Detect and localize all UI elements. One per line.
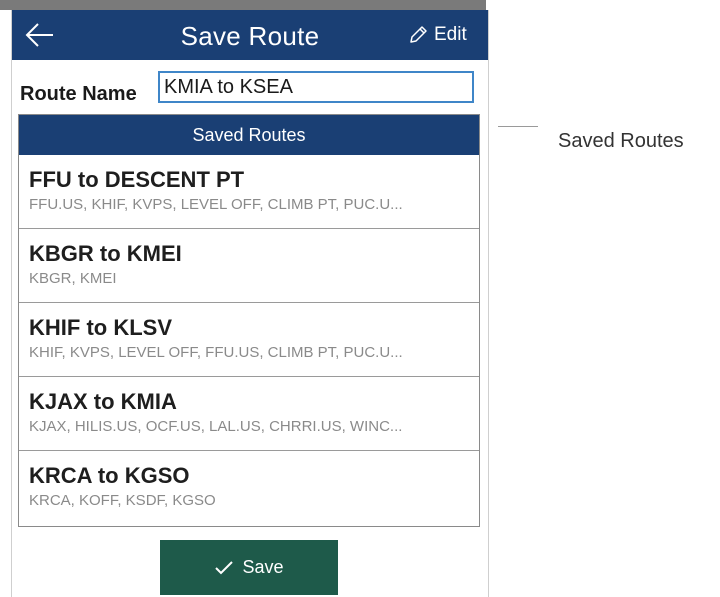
route-waypoints: KRCA, KOFF, KSDF, KGSO (29, 492, 216, 509)
saved-routes-list: Saved Routes FFU to DESCENT PT FFU.US, K… (18, 114, 480, 527)
route-name-label: Route Name (20, 83, 137, 105)
route-title: KBGR to KMEI (29, 241, 182, 266)
list-item[interactable]: KHIF to KLSV KHIF, KVPS, LEVEL OFF, FFU.… (19, 303, 479, 377)
list-item[interactable]: KBGR to KMEI KBGR, KMEI (19, 229, 479, 303)
list-item[interactable]: FFU to DESCENT PT FFU.US, KHIF, KVPS, LE… (19, 155, 479, 229)
save-label: Save (242, 557, 284, 577)
route-title: FFU to DESCENT PT (29, 167, 245, 192)
route-title: KJAX to KMIA (29, 389, 177, 414)
title-bar: Save Route Edit (12, 10, 488, 60)
checkmark-icon (215, 560, 234, 574)
callout-label: Saved Routes (558, 130, 684, 152)
route-waypoints: KBGR, KMEI (29, 270, 117, 287)
arrow-left-icon (25, 23, 53, 47)
pencil-icon (410, 26, 427, 43)
back-button[interactable] (24, 20, 56, 50)
route-name-input[interactable] (158, 71, 474, 103)
route-waypoints: FFU.US, KHIF, KVPS, LEVEL OFF, CLIMB PT,… (29, 196, 403, 213)
callout-line (498, 126, 538, 127)
top-strip (0, 0, 486, 10)
route-title: KHIF to KLSV (29, 315, 172, 340)
edit-label: Edit (434, 24, 467, 45)
list-item[interactable]: KJAX to KMIA KJAX, HILIS.US, OCF.US, LAL… (19, 377, 479, 451)
route-title: KRCA to KGSO (29, 463, 190, 488)
edit-button[interactable]: Edit (408, 22, 467, 48)
route-waypoints: KHIF, KVPS, LEVEL OFF, FFU.US, CLIMB PT,… (29, 344, 403, 361)
save-button[interactable]: Save (160, 540, 338, 595)
list-item[interactable]: KRCA to KGSO KRCA, KOFF, KSDF, KGSO (19, 451, 479, 525)
app-window: Save Route Edit Route Name Saved Routes … (11, 10, 489, 597)
route-waypoints: KJAX, HILIS.US, OCF.US, LAL.US, CHRRI.US… (29, 418, 403, 435)
saved-routes-header: Saved Routes (19, 115, 479, 155)
